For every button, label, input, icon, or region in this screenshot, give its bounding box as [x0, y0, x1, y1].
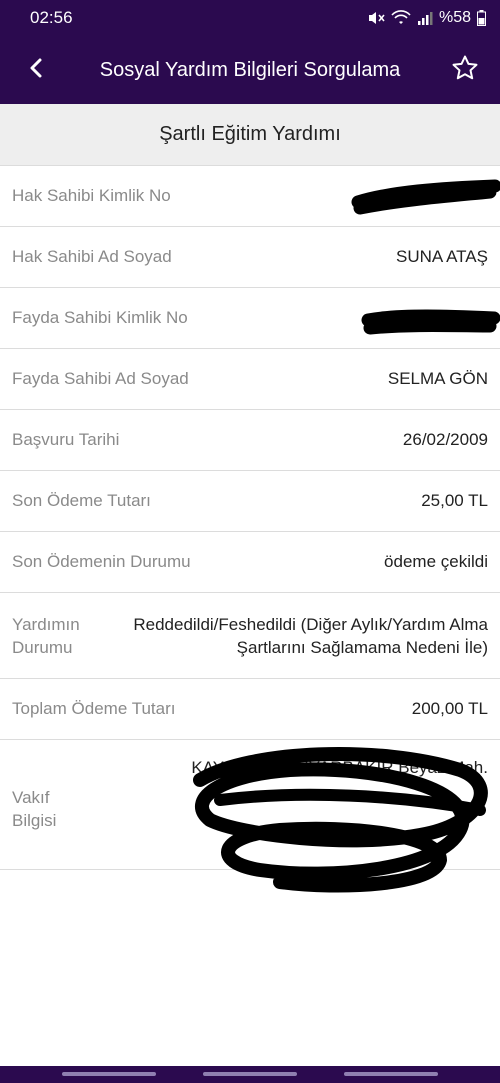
- chevron-left-icon: [29, 57, 43, 84]
- nav-back-button[interactable]: [344, 1072, 438, 1076]
- nav-home-button[interactable]: [203, 1072, 297, 1076]
- favorite-button[interactable]: [444, 49, 486, 91]
- row-label: Vakıf Bilgisi: [12, 786, 102, 832]
- row-hak-sahibi-kimlik: Hak Sahibi Kimlik No: [0, 166, 500, 227]
- row-value: SUNA ATAŞ: [396, 247, 488, 266]
- row-value: SELMA GÖN: [387, 369, 488, 388]
- row-value: ödeme çekildi: [384, 552, 488, 571]
- row-basvuru-tarihi: Başvuru Tarihi 26/02/2009: [0, 410, 500, 471]
- row-vakif-bilgisi: Vakıf Bilgisi KAYAPINAR-DİYARBAKIR Beyaz…: [0, 740, 500, 870]
- nav-recents-button[interactable]: [62, 1072, 156, 1076]
- row-hak-sahibi-ad: Hak Sahibi Ad Soyad SUNA ATAŞ: [0, 227, 500, 288]
- row-label: Toplam Ödeme Tutarı: [12, 699, 176, 718]
- row-label: Fayda Sahibi Kimlik No: [12, 308, 188, 327]
- status-bar: 02:56 %58: [0, 0, 500, 36]
- info-list: Hak Sahibi Kimlik No Hak Sahibi Ad Soyad…: [0, 166, 500, 870]
- row-label: Yardımın Durumu: [12, 613, 102, 659]
- mute-icon: [367, 10, 385, 26]
- row-value: 26/02/2009: [402, 430, 488, 449]
- row-value: KAYAPINAR-DİYARBAKIR Beyaz Mah.: [191, 756, 488, 852]
- row-label: Başvuru Tarihi: [12, 430, 120, 449]
- vakif-line: KAYAPINAR-DİYARBAKIR Beyaz Mah.: [191, 758, 488, 777]
- row-toplam-odeme: Toplam Ödeme Tutarı 200,00 TL: [0, 679, 500, 740]
- system-nav-bar: [0, 1066, 500, 1083]
- row-label: Son Ödeme Tutarı: [12, 491, 151, 510]
- wifi-icon: [391, 10, 411, 26]
- signal-icon: [417, 10, 433, 26]
- page-title: Sosyal Yardım Bilgileri Sorgulama: [99, 58, 401, 81]
- row-fayda-sahibi-ad: Fayda Sahibi Ad Soyad SELMA GÖN: [0, 349, 500, 410]
- row-value: 200,00 TL: [411, 699, 488, 718]
- row-label: Hak Sahibi Ad Soyad: [12, 247, 172, 266]
- battery-text: %58: [438, 9, 471, 26]
- row-label-line: Durumu: [12, 637, 73, 657]
- row-value: 25,00 TL: [421, 491, 488, 510]
- row-label: Son Ödemenin Durumu: [12, 552, 191, 571]
- row-yardim-durumu: Yardımın Durumu Reddedildi/Feshedildi (D…: [0, 593, 500, 679]
- battery-icon: [477, 10, 486, 26]
- row-label-line: Bilgisi: [12, 811, 57, 830]
- app-bar: Sosyal Yardım Bilgileri Sorgulama: [0, 36, 500, 104]
- row-son-odeme-durumu: Son Ödemenin Durumu ödeme çekildi: [0, 532, 500, 593]
- back-button[interactable]: [18, 50, 54, 90]
- vakif-line: [191, 828, 488, 852]
- status-time: 02:56: [30, 8, 73, 27]
- row-label-line: Yardımın: [12, 614, 80, 634]
- section-title: Şartlı Eğitim Yardımı: [0, 104, 500, 166]
- vakif-line: [191, 780, 488, 804]
- row-label: Hak Sahibi Kimlik No: [12, 186, 171, 205]
- row-value: Reddedildi/Feshedildi (Diğer Aylık/Yardı…: [133, 614, 488, 657]
- star-icon: [451, 54, 479, 87]
- row-label-line: Vakıf: [12, 788, 50, 807]
- row-son-odeme-tutari: Son Ödeme Tutarı 25,00 TL: [0, 471, 500, 532]
- row-label: Fayda Sahibi Ad Soyad: [12, 369, 189, 388]
- status-icons: %58: [367, 9, 486, 27]
- vakif-line: [191, 804, 488, 828]
- row-fayda-sahibi-kimlik: Fayda Sahibi Kimlik No: [0, 288, 500, 349]
